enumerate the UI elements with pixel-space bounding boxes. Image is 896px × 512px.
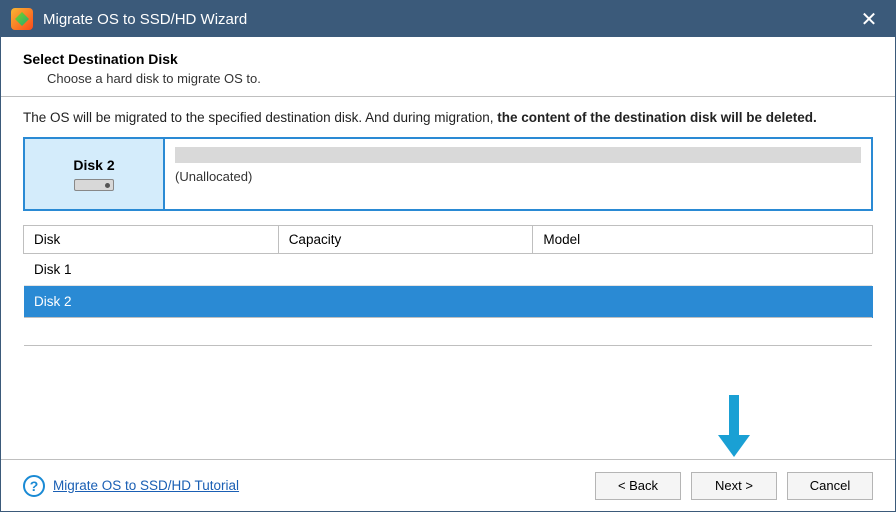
content-area: The OS will be migrated to the specified… — [1, 97, 895, 346]
help-link-group: ? Migrate OS to SSD/HD Tutorial — [23, 475, 239, 497]
back-button[interactable]: < Back — [595, 472, 681, 500]
cancel-button[interactable]: Cancel — [787, 472, 873, 500]
warning-text: The OS will be migrated to the specified… — [23, 109, 873, 127]
col-model[interactable]: Model — [533, 226, 873, 254]
close-icon[interactable]: ✕ — [855, 7, 883, 32]
titlebar: Migrate OS to SSD/HD Wizard ✕ — [1, 1, 895, 37]
page-title: Select Destination Disk — [23, 51, 873, 67]
disk-state: (Unallocated) — [175, 169, 861, 184]
hdd-icon — [74, 179, 114, 191]
col-capacity[interactable]: Capacity — [278, 226, 533, 254]
window-title: Migrate OS to SSD/HD Wizard — [43, 11, 247, 28]
next-button[interactable]: Next > — [691, 472, 777, 500]
wizard-header: Select Destination Disk Choose a hard di… — [1, 37, 895, 97]
tutorial-link[interactable]: Migrate OS to SSD/HD Tutorial — [53, 478, 239, 493]
disk-table: Disk Capacity Model Disk 1 Disk 2 — [23, 225, 873, 346]
warning-bold: the content of the destination disk will… — [497, 110, 817, 125]
hint-arrow-icon — [719, 395, 749, 457]
app-icon — [11, 8, 33, 30]
selected-disk-name: Disk 2 — [73, 157, 114, 173]
help-icon[interactable]: ? — [23, 475, 45, 497]
disk-cell: Disk 1 — [24, 254, 873, 286]
selected-disk-panel: Disk 2 (Unallocated) — [23, 137, 873, 211]
selected-disk-detail: (Unallocated) — [165, 139, 871, 209]
table-row-empty — [24, 318, 873, 346]
selected-disk-label: Disk 2 — [25, 139, 165, 209]
disk-cell: Disk 2 — [24, 286, 873, 318]
capacity-bar — [175, 147, 861, 163]
warning-prefix: The OS will be migrated to the specified… — [23, 110, 497, 125]
footer: ? Migrate OS to SSD/HD Tutorial < Back N… — [1, 459, 895, 511]
col-disk[interactable]: Disk — [24, 226, 279, 254]
table-row[interactable]: Disk 1 — [24, 254, 873, 286]
page-subtitle: Choose a hard disk to migrate OS to. — [47, 71, 873, 86]
table-row[interactable]: Disk 2 — [24, 286, 873, 318]
button-bar: < Back Next > Cancel — [595, 472, 873, 500]
